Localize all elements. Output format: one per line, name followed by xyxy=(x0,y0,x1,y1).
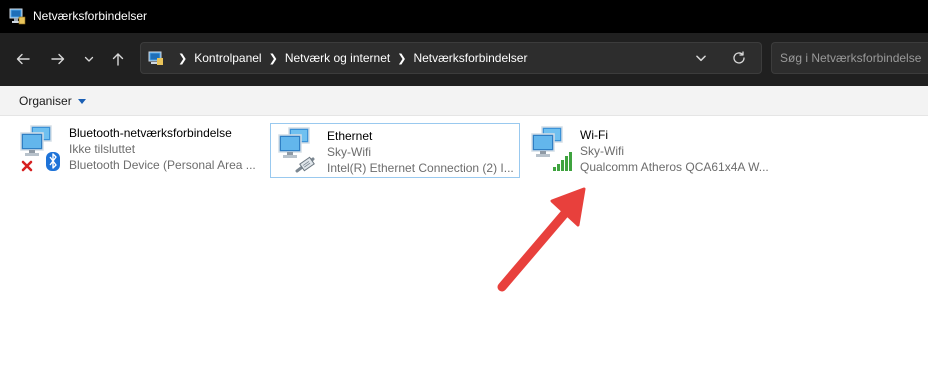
breadcrumb: ❯ Kontrolpanel ❯ Netværk og internet ❯ N… xyxy=(171,43,527,73)
connection-item-bluetooth[interactable]: Bluetooth-netværksforbindelse Ikke tilsl… xyxy=(13,121,263,176)
connection-status: Sky-Wifi xyxy=(327,145,371,159)
control-panel-icon xyxy=(148,51,163,65)
arrow-right-icon xyxy=(51,53,65,65)
red-arrow-annotation-icon xyxy=(497,187,586,292)
organise-menu-button[interactable]: Organiser xyxy=(19,94,86,108)
connection-status: Sky-Wifi xyxy=(580,144,624,158)
connection-device: Qualcomm Atheros QCA61x4A W... xyxy=(580,160,769,174)
network-connections-app-icon xyxy=(9,8,26,25)
navigation-bar: ❯ Kontrolpanel ❯ Netværk og internet ❯ N… xyxy=(0,33,928,86)
command-bar: Organiser xyxy=(0,86,928,116)
address-bar[interactable]: ❯ Kontrolpanel ❯ Netværk og internet ❯ N… xyxy=(140,42,762,74)
connection-device: Bluetooth Device (Personal Area ... xyxy=(69,158,256,172)
chevron-down-icon xyxy=(84,56,94,62)
breadcrumb-control-panel[interactable]: Kontrolpanel xyxy=(194,51,261,65)
connection-name: Ethernet xyxy=(327,129,373,143)
refresh-icon[interactable] xyxy=(731,50,747,66)
breadcrumb-separator-icon: ❯ xyxy=(178,52,188,65)
connection-item-wifi[interactable]: Wi-Fi Sky-Wifi Qualcomm Atheros QCA61x4A… xyxy=(524,123,774,178)
forward-button[interactable] xyxy=(45,46,71,72)
ethernet-network-icon xyxy=(278,127,315,173)
up-button[interactable] xyxy=(105,46,131,72)
chevron-down-icon[interactable] xyxy=(694,51,708,65)
connection-item-ethernet[interactable]: Ethernet Sky-Wifi Intel(R) Ethernet Conn… xyxy=(270,123,520,178)
connection-name: Bluetooth-netværksforbindelse xyxy=(69,126,232,140)
caret-down-icon xyxy=(77,98,86,104)
window-title: Netværksforbindelser xyxy=(33,9,148,23)
search-box[interactable] xyxy=(771,42,928,74)
bluetooth-network-icon xyxy=(20,125,60,172)
connections-view: Bluetooth-netværksforbindelse Ikke tilsl… xyxy=(0,116,928,387)
breadcrumb-network-connections[interactable]: Netværksforbindelser xyxy=(413,51,527,65)
breadcrumb-separator-icon: ❯ xyxy=(397,52,407,65)
wifi-network-icon xyxy=(531,126,572,171)
organise-label: Organiser xyxy=(19,94,72,108)
connection-name: Wi-Fi xyxy=(580,128,608,142)
title-bar: Netværksforbindelser xyxy=(0,0,928,33)
arrow-left-icon xyxy=(16,53,30,65)
connection-device: Intel(R) Ethernet Connection (2) I... xyxy=(327,161,514,175)
arrow-up-icon xyxy=(112,53,124,66)
connection-status: Ikke tilsluttet xyxy=(69,142,136,156)
back-button[interactable] xyxy=(10,46,36,72)
breadcrumb-network-internet[interactable]: Netværk og internet xyxy=(285,51,390,65)
search-input[interactable] xyxy=(772,43,922,73)
breadcrumb-separator-icon: ❯ xyxy=(268,52,278,65)
recent-locations-button[interactable] xyxy=(76,46,102,72)
